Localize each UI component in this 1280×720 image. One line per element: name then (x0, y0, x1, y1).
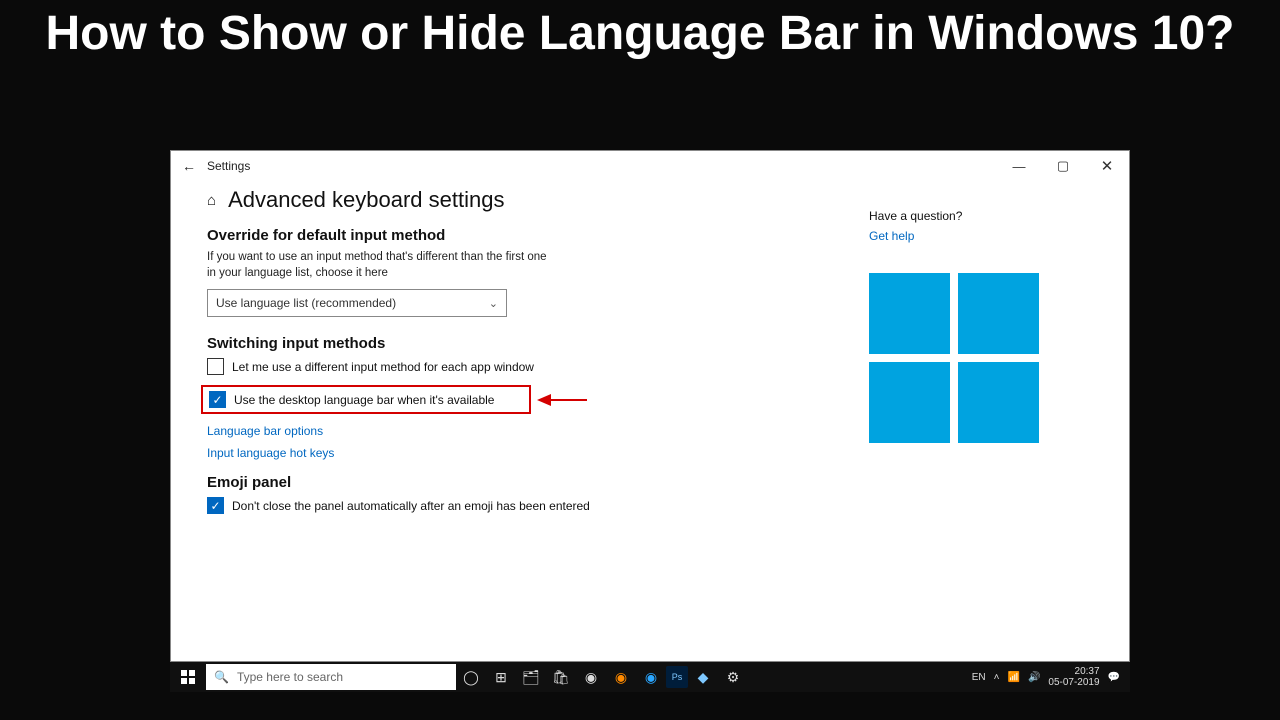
app-icon[interactable]: ◆ (688, 662, 718, 692)
settings-taskbar-icon[interactable]: ⚙ (718, 662, 748, 692)
language-indicator[interactable]: EN (972, 672, 986, 683)
task-view-icon[interactable]: ⊞ (486, 662, 516, 692)
firefox-icon[interactable]: ◉ (606, 662, 636, 692)
emoji-panel-checkbox[interactable] (207, 497, 224, 514)
switching-heading: Switching input methods (207, 335, 845, 352)
highlighted-option: Use the desktop language bar when it's a… (201, 385, 531, 414)
start-button[interactable] (170, 670, 206, 684)
close-button[interactable]: ✕ (1085, 151, 1129, 181)
select-value: Use language list (recommended) (216, 296, 396, 310)
search-placeholder: Type here to search (237, 670, 343, 684)
per-app-input-checkbox[interactable] (207, 358, 224, 375)
language-bar-options-link[interactable]: Language bar options (207, 424, 845, 438)
taskbar-search[interactable]: 🔍 Type here to search (206, 664, 456, 690)
chrome-icon[interactable]: ◉ (576, 662, 606, 692)
cortana-icon[interactable]: ◯ (456, 662, 486, 692)
tutorial-headline: How to Show or Hide Language Bar in Wind… (0, 8, 1280, 61)
app-name: Settings (207, 159, 250, 173)
input-hotkeys-link[interactable]: Input language hot keys (207, 446, 845, 460)
override-description: If you want to use an input method that'… (207, 250, 547, 281)
help-heading: Have a question? (869, 209, 1111, 223)
file-explorer-icon[interactable]: 🗂 (516, 662, 546, 692)
chevron-down-icon: ⌄ (489, 297, 498, 310)
wifi-icon[interactable]: 📶 (1007, 672, 1019, 683)
title-bar: ← Settings — ▢ ✕ (171, 151, 1129, 181)
emoji-panel-label: Don't close the panel automatically afte… (232, 499, 590, 513)
notifications-icon[interactable]: 💬 (1108, 672, 1120, 683)
clock[interactable]: 20:37 05-07-2019 (1048, 666, 1099, 688)
photoshop-icon[interactable]: Ps (666, 666, 688, 688)
default-input-method-select[interactable]: Use language list (recommended) ⌄ (207, 289, 507, 317)
desktop-language-bar-label: Use the desktop language bar when it's a… (234, 393, 494, 407)
get-help-link[interactable]: Get help (869, 229, 1111, 243)
store-icon[interactable]: 🛍 (546, 662, 576, 692)
maximize-button[interactable]: ▢ (1041, 151, 1085, 181)
taskbar: 🔍 Type here to search ◯ ⊞ 🗂 🛍 ◉ ◉ ◉ Ps ◆… (170, 662, 1130, 692)
page-title: Advanced keyboard settings (228, 187, 504, 213)
desktop-language-bar-checkbox[interactable] (209, 391, 226, 408)
media-icon[interactable]: ◉ (636, 662, 666, 692)
volume-icon[interactable]: 🔊 (1028, 672, 1040, 683)
settings-window: ← Settings — ▢ ✕ ⌂ Advanced keyboard set… (170, 150, 1130, 662)
red-arrow-icon (537, 391, 587, 409)
minimize-button[interactable]: — (997, 151, 1041, 181)
tray-up-icon[interactable]: ˄ (994, 672, 1000, 683)
per-app-input-label: Let me use a different input method for … (232, 360, 534, 374)
windows-logo-icon (869, 273, 1039, 443)
emoji-heading: Emoji panel (207, 474, 845, 491)
override-heading: Override for default input method (207, 227, 845, 244)
clock-time: 20:37 (1048, 666, 1099, 677)
home-icon[interactable]: ⌂ (207, 192, 216, 209)
clock-date: 05-07-2019 (1048, 677, 1099, 688)
back-button[interactable]: ← (171, 158, 207, 174)
search-icon: 🔍 (214, 670, 229, 684)
